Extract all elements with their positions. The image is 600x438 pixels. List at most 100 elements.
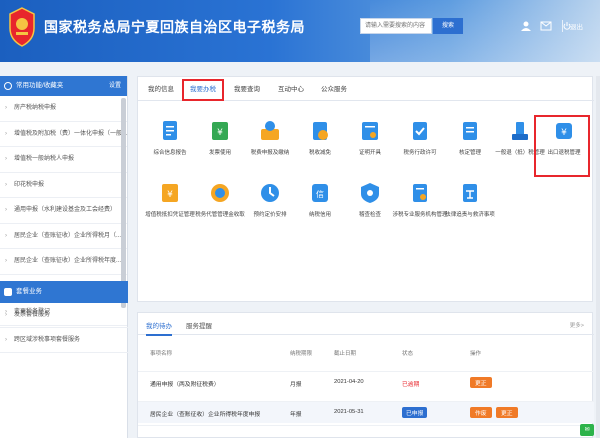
func-label: 发票使用 <box>208 149 231 156</box>
tab-service-reminder[interactable]: 服务提醒 <box>186 320 212 330</box>
package-list: 发票套餐服务 跨区域涉税事项套餐服务 <box>0 303 128 353</box>
main-panel: 我的信息 我要办税 我要查询 互动中心 公众服务 综合信息报告 ¥ 发票使用 税… <box>137 76 594 302</box>
user-icon[interactable] <box>520 21 532 31</box>
func-report[interactable]: 综合信息报告 <box>142 119 198 157</box>
func-inspection[interactable]: 稽查检查 <box>342 181 398 219</box>
correct-button[interactable]: 更正 <box>496 407 518 418</box>
certificate-icon <box>362 122 378 140</box>
sidebar-item[interactable]: 增值税一般纳税人申报 <box>0 147 127 173</box>
sidebar-item[interactable]: 居民企业（查账征收）企业所得税月（... <box>0 224 127 249</box>
col-header: 截止日期 <box>334 351 357 357</box>
main-tabs: 我的信息 我要办税 我要查询 互动中心 公众服务 <box>138 77 594 101</box>
legal-icon <box>463 184 477 202</box>
svg-text:¥: ¥ <box>167 190 173 200</box>
tax-payment-icon <box>261 121 279 140</box>
search-button[interactable]: 搜索 <box>433 18 463 34</box>
permit-icon <box>413 122 427 140</box>
table-row: 通用申报（两及附征税费） 月报 2021-04-20 已逾期 更正 <box>138 371 594 393</box>
home-icon <box>4 82 12 90</box>
func-tax-payment[interactable]: 税费申报及缴纳 <box>242 119 298 157</box>
credit-icon: 信 <box>312 184 328 202</box>
tab-highlight-box <box>182 79 224 101</box>
todo-panel: 我的待办 服务提醒 更多> 事项名称 纳税期限 截止日期 状态 操作 通用申报（… <box>137 312 594 438</box>
func-label: 税务代管管理金收取 <box>195 211 245 218</box>
pricing-icon <box>261 184 279 202</box>
func-label: 税收减免 <box>308 149 331 156</box>
row-deadline: 2021-04-20 <box>334 379 364 385</box>
correct-button[interactable]: 更正 <box>470 377 492 388</box>
func-label: 综合信息报告 <box>153 149 187 156</box>
agency-icon <box>413 184 427 202</box>
col-header: 事项名称 <box>150 351 173 357</box>
svg-text:¥: ¥ <box>217 128 223 138</box>
sidebar-item[interactable]: 房产税纳税申报 <box>0 96 127 122</box>
table-row <box>138 425 594 438</box>
func-label: 稽查检查 <box>358 211 381 218</box>
row-period: 年报 <box>290 412 302 418</box>
more-link[interactable]: 更多> <box>570 321 584 329</box>
tax-relief-icon <box>313 122 328 140</box>
chat-icon[interactable]: ✉ <box>580 424 594 436</box>
tab-interaction[interactable]: 互动中心 <box>278 83 304 93</box>
favorites-settings-link[interactable]: 设置 <box>109 76 121 96</box>
site-header: 国家税务总局宁夏回族自治区电子税务局 搜索 退出 <box>0 0 600 62</box>
table-row: 居民企业（查账征收）企业所得税年度申报 年报 2021-05-31 已申报 作废… <box>138 401 594 423</box>
row-name: 居民企业（查账征收）企业所得税年度申报 <box>150 412 261 418</box>
export-refund-highlight-box <box>534 115 590 177</box>
func-label: 纳税信用 <box>308 211 331 218</box>
func-custody[interactable]: 税务代管管理金收取 <box>192 181 248 219</box>
func-agency[interactable]: 涉税专业服务机构管理 <box>392 181 448 219</box>
favorites-title: 常用功能/收藏夹 <box>16 82 64 89</box>
logout-link[interactable]: 退出 <box>570 21 583 31</box>
col-header: 状态 <box>402 351 414 357</box>
func-label: 预约定价安排 <box>253 211 287 218</box>
report-icon <box>163 121 177 140</box>
vat-deduction-icon: ¥ <box>162 184 178 202</box>
verification-icon <box>463 122 477 140</box>
todo-tabs: 我的待办 服务提醒 更多> <box>138 313 594 336</box>
tab-query[interactable]: 我要查询 <box>234 83 260 93</box>
package-title: 套餐业务 <box>16 288 42 295</box>
favorites-header: 常用功能/收藏夹 设置 <box>0 76 127 96</box>
func-pricing[interactable]: 预约定价安排 <box>242 181 298 219</box>
func-invoice[interactable]: ¥ 发票使用 <box>192 119 248 157</box>
message-icon[interactable] <box>540 21 552 31</box>
void-button[interactable]: 作废 <box>470 407 492 418</box>
tax-emblem-icon <box>9 7 35 47</box>
col-header: 操作 <box>470 351 482 357</box>
page-scrollbar[interactable] <box>596 76 600 438</box>
inspection-icon <box>361 183 379 203</box>
row-deadline: 2021-05-31 <box>334 409 364 415</box>
sidebar-item[interactable]: 印花税申报 <box>0 173 127 198</box>
func-verification[interactable]: 核定管理 <box>442 119 498 157</box>
search-input[interactable] <box>360 18 432 34</box>
func-label: 税务行政许可 <box>403 149 437 156</box>
func-permit[interactable]: 税务行政许可 <box>392 119 448 157</box>
row-period: 月报 <box>290 382 302 388</box>
sidebar-item[interactable]: 居民企业（查账征收）企业所得税年度... <box>0 249 127 275</box>
func-vat-deduction[interactable]: ¥ 增值税抵扣凭证管理 <box>142 181 198 219</box>
sidebar-item[interactable]: 增值税及附加税（费）一体化申报（一般... <box>0 122 127 147</box>
col-header: 纳税期限 <box>290 351 313 357</box>
sidebar-item[interactable]: 发票套餐服务 <box>0 303 128 328</box>
refund-icon <box>512 122 528 140</box>
func-label: 增值税抵扣凭证管理 <box>145 211 195 218</box>
func-label: 核定管理 <box>458 149 481 156</box>
tab-my-todo[interactable]: 我的待办 <box>146 320 172 336</box>
table-header: 事项名称 纳税期限 截止日期 状态 操作 <box>138 345 594 361</box>
tab-my-info[interactable]: 我的信息 <box>148 83 174 93</box>
func-legal[interactable]: 法律追责与救济事项 <box>442 181 498 219</box>
row-status: 已申报 <box>402 407 428 418</box>
package-header[interactable]: 套餐业务 <box>0 281 128 303</box>
invoice-icon: ¥ <box>212 122 228 140</box>
tab-public-service[interactable]: 公众服务 <box>321 83 347 93</box>
sidebar-item[interactable]: 跨区域涉税事项套餐服务 <box>0 328 128 353</box>
sidebar-item[interactable]: 通用申报（水利建设基金及工会经费） <box>0 198 127 224</box>
sidebar-scrollbar[interactable] <box>121 98 126 308</box>
row-status: 已逾期 <box>402 382 420 388</box>
func-credit[interactable]: 信 纳税信用 <box>292 181 348 219</box>
func-label: 证明开具 <box>358 149 381 156</box>
sidebar: 常用功能/收藏夹 设置 房产税纳税申报 增值税及附加税（费）一体化申报（一般..… <box>0 76 128 438</box>
func-certificate[interactable]: 证明开具 <box>342 119 398 157</box>
func-tax-relief[interactable]: 税收减免 <box>292 119 348 157</box>
